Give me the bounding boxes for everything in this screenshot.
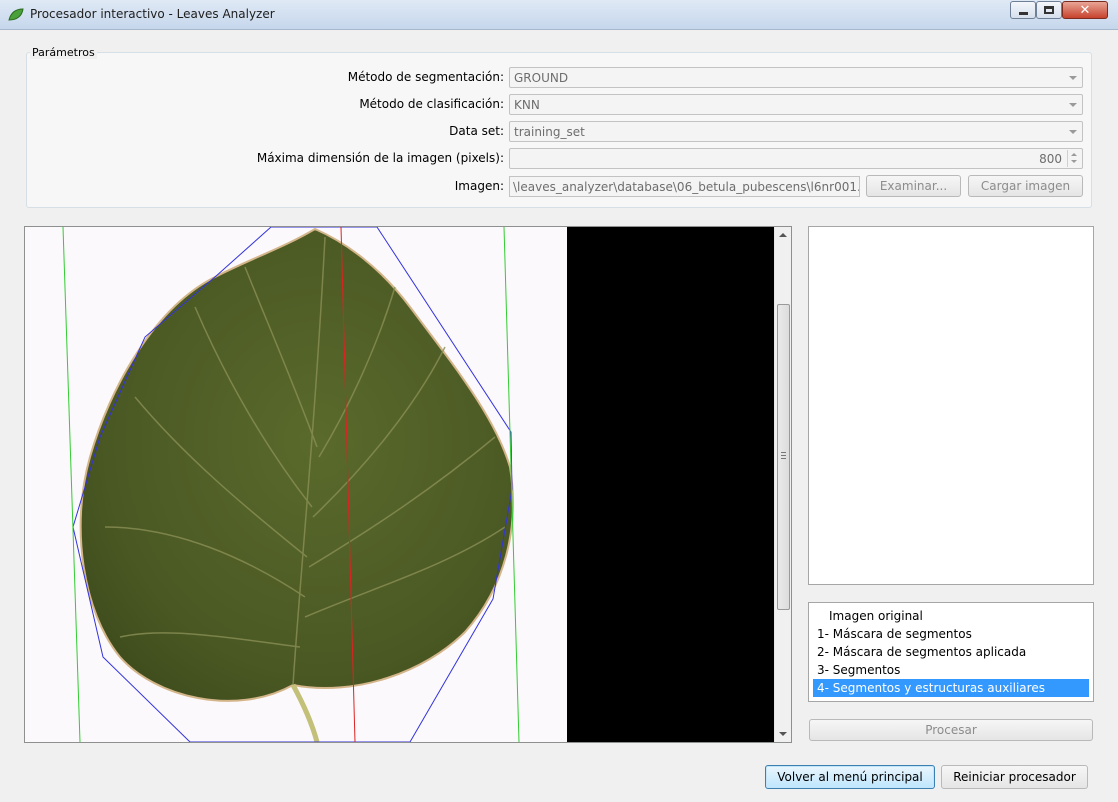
image-label: Imagen:	[454, 179, 504, 193]
parameters-group-title: Parámetros	[30, 46, 97, 59]
browse-button[interactable]: Examinar...	[866, 175, 961, 197]
scrollbar-thumb[interactable]	[777, 304, 790, 610]
classification-label: Método de clasificación:	[359, 97, 504, 111]
leaf-icon	[8, 8, 24, 21]
list-item[interactable]: 3- Segmentos	[813, 661, 1089, 679]
viewer-scrollbar[interactable]	[774, 227, 791, 742]
window-client: Parámetros Método de segmentación: GROUN…	[8, 30, 1110, 794]
image-path-field[interactable]: \leaves_analyzer\database\06_betula_pube…	[509, 176, 860, 197]
scroll-up-icon[interactable]	[779, 233, 787, 237]
load-image-button[interactable]: Cargar imagen	[968, 175, 1083, 197]
segmentation-value: GROUND	[514, 71, 569, 85]
scroll-down-icon[interactable]	[779, 732, 787, 736]
minimize-icon	[1018, 11, 1028, 15]
minimize-button[interactable]	[1010, 1, 1036, 19]
dataset-select[interactable]: training_set	[509, 121, 1083, 142]
back-to-menu-button[interactable]: Volver al menú principal	[765, 765, 935, 789]
close-icon: ✕	[1079, 2, 1091, 18]
max-dimension-value: 800	[1039, 152, 1062, 166]
maximize-button[interactable]	[1036, 1, 1062, 19]
view-mode-list[interactable]: Imagen original 1- Máscara de segmentos …	[808, 602, 1094, 702]
spin-up-icon[interactable]	[1071, 153, 1077, 156]
image-viewer[interactable]	[24, 226, 792, 743]
leaf-image	[25, 227, 791, 742]
list-item[interactable]: 2- Máscara de segmentos aplicada	[813, 643, 1089, 661]
spin-down-icon[interactable]	[1071, 160, 1077, 163]
maximize-icon	[1044, 6, 1054, 14]
dataset-label: Data set:	[449, 124, 504, 138]
image-path-value: \leaves_analyzer\database\06_betula_pube…	[513, 180, 860, 194]
preview-panel	[808, 226, 1094, 585]
process-button[interactable]: Procesar	[809, 719, 1093, 741]
classification-select[interactable]: KNN	[509, 94, 1083, 115]
max-dimension-spinbox[interactable]: 800	[509, 148, 1083, 169]
chevron-down-icon	[1069, 130, 1077, 134]
chevron-down-icon	[1069, 103, 1077, 107]
classification-value: KNN	[514, 98, 540, 112]
window-title: Procesador interactivo - Leaves Analyzer	[30, 7, 275, 21]
segmentation-label: Método de segmentación:	[347, 70, 504, 84]
dataset-value: training_set	[514, 125, 585, 139]
chevron-down-icon	[1069, 76, 1077, 80]
grip-icon	[781, 452, 786, 459]
max-dimension-label: Máxima dimensión de la imagen (pixels):	[256, 151, 504, 165]
spin-buttons[interactable]	[1067, 150, 1081, 167]
reset-processor-button[interactable]: Reiniciar procesador	[941, 765, 1088, 789]
segmentation-select[interactable]: GROUND	[509, 67, 1083, 88]
close-button[interactable]: ✕	[1062, 1, 1108, 19]
list-item[interactable]: 1- Máscara de segmentos	[813, 625, 1089, 643]
list-item[interactable]: Imagen original	[813, 607, 1089, 625]
title-bar[interactable]: Procesador interactivo - Leaves Analyzer…	[0, 0, 1118, 30]
list-item-selected[interactable]: 4- Segmentos y estructuras auxiliares	[813, 679, 1089, 697]
